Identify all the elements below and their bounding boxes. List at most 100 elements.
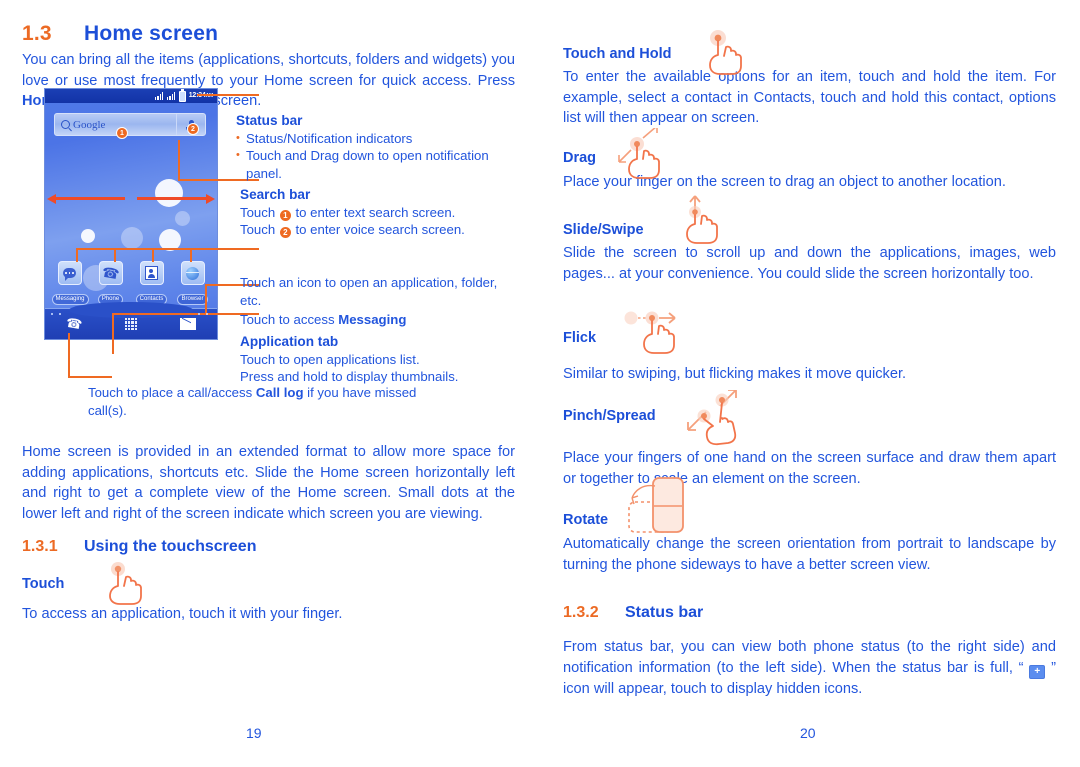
subsection-number: 1.3.2 [563,604,599,621]
gesture-drag: Drag Place your finger on the screen to … [563,128,1056,193]
search-input[interactable]: Google [55,114,176,135]
leader-line-apps [76,248,236,250]
leader-tick-phone [114,248,116,262]
search-provider-label: Google [73,118,106,131]
subsection-number: 1.3.1 [22,538,58,555]
gesture-slide-swipe: Slide/Swipe Slide the screen to scroll u… [563,195,1056,284]
gesture-heading-drag: Drag [563,150,597,166]
subsection-title: Using the touchscreen [84,538,257,555]
gesture-body-drag: Place your finger on the screen to drag … [563,174,1006,190]
app-shortcut-contacts[interactable]: Contacts [134,261,170,305]
callout-title: Application tab [240,334,339,349]
callout-line: Touch to access Messaging [240,312,407,327]
messaging-icon [57,261,82,285]
callout-title: Search bar [240,187,311,202]
callout-line: Touch 1 to enter text search screen. [240,204,456,221]
phone-mockup: 12:34AM Google 1 [44,88,218,340]
callout-line: Touch an icon to open an application, fo… [240,275,498,308]
callout-title: Status bar [236,113,303,128]
callout-line: Touch to open applications list. [240,351,420,367]
mail-icon [180,318,197,330]
callout-line: Touch 2 to enter voice search screen. [240,222,465,239]
gesture-heading-slide-swipe: Slide/Swipe [563,222,644,238]
application-tab-icon [124,318,137,330]
page-indicator-dots [45,313,217,315]
call-icon: ☎ [64,314,84,333]
inline-badge-1: 1 [279,209,291,221]
leader-tick-contacts [152,248,154,262]
callout-bold-call-log: Call log [255,385,304,400]
callout-line: Press and hold to display thumbnails. [240,369,459,384]
callout-bullet: Touch and Drag down to open notification… [236,147,516,182]
extended-home-paragraph: Home screen is provided in an extended f… [22,444,515,522]
page-title: 1.3 Home screen [22,22,218,46]
gesture-rotate: Rotate Automatically change the screen o… [563,477,1056,575]
subsection-title: Status bar [625,604,704,621]
subsection-heading-status-bar: 1.3.2 Status bar [563,604,703,622]
phone-dock: ☎ [45,302,217,339]
callout-bullet: Status/Notification indicators [236,130,516,148]
callout-badge-2: 2 [188,124,198,134]
gesture-heading-touch: Touch [22,576,65,592]
app-shortcut-row: Messaging ☎ Phone Contacts Browser [49,261,213,305]
section-number: 1.3 [22,22,52,45]
wallpaper-bokeh [155,179,183,207]
subsection-heading-touchscreen: 1.3.1 Using the touchscreen [22,538,256,556]
app-label: Messaging [51,294,89,305]
status-bar-paragraph: From status bar, you can view both phone… [563,639,1056,697]
callout-search-bar: Search bar Touch 1 to enter text search … [240,186,520,239]
left-page-column: 1.3 Home screen You can bring all the it… [22,0,517,767]
right-page-column: Touch and Hold To enter the available op… [563,0,1058,767]
callout-application-tab: Application tab Touch to open applicatio… [240,333,515,386]
dock-mail-button[interactable] [173,315,203,333]
gesture-heading-pinch-spread: Pinch/Spread [563,408,656,424]
contacts-icon [139,261,164,285]
battery-icon [178,89,186,102]
leader-tick-messaging [76,248,78,262]
gesture-flick: Flick Similar to swiping, but flicking m… [563,311,1056,385]
gesture-body-rotate: Automatically change the screen orientat… [563,536,1056,573]
app-shortcut-phone[interactable]: ☎ Phone [93,261,129,305]
gesture-body-touch: To access an application, touch it with … [22,606,343,622]
page-number-left: 19 [246,725,262,741]
gesture-touch-and-hold: Touch and Hold To enter the available op… [563,30,1056,129]
gesture-body-flick: Similar to swiping, but flicking makes i… [563,366,907,382]
callout-status-bar: Status bar Status/Notification indicator… [236,112,516,182]
callout-bold-messaging: Messaging [338,312,407,327]
leader-line-status-bar [197,94,259,96]
leader-line-search-v [178,140,180,180]
gesture-heading-touch-and-hold: Touch and Hold [563,46,672,62]
section-title: Home screen [84,22,219,45]
leader-line-messaging-v [205,284,207,314]
gesture-body-touch-and-hold: To enter the available options for an it… [563,69,1056,126]
callout-app-icon: Touch an icon to open an application, fo… [240,274,515,309]
leader-line-apps-out [218,248,259,250]
browser-icon [180,261,205,285]
gesture-body-slide-swipe: Slide the screen to scroll up and down t… [563,245,1056,282]
slide-right-arrow [137,193,215,204]
app-label: Browser [177,294,208,305]
gesture-touch: Touch To access an application, touch it… [22,562,515,625]
callout-line: Touch to place a call/access Call log if… [88,385,417,418]
wallpaper-bokeh [121,227,143,249]
dock-call-button[interactable]: ☎ [59,315,89,333]
search-icon [61,120,70,129]
leader-tick-browser [190,248,192,262]
dock-application-tab-button[interactable] [116,315,146,333]
leader-line-calllog-h [68,376,112,378]
search-bar[interactable]: Google 1 2 [54,113,206,138]
callout-call-log: Touch to place a call/access Call log if… [88,384,438,419]
callout-badge-1: 1 [117,128,127,138]
callout-messaging: Touch to access Messaging [240,311,515,329]
leader-line-calllog-v [68,333,70,377]
gesture-body-pinch-spread: Place your fingers of one hand on the sc… [563,450,1056,487]
signal-bars-icon-2 [166,92,176,100]
phone-status-bar: 12:34AM [45,89,217,103]
leader-line-apptab-v [112,314,114,354]
signal-bars-icon [154,92,164,100]
hidden-icons-plus-icon: + [1029,664,1046,679]
app-shortcut-messaging[interactable]: Messaging [51,261,89,305]
gesture-pinch-spread: Pinch/Spread Place your fingers of one h… [563,390,1056,489]
page-number-right: 20 [800,725,816,741]
phone-icon: ☎ [98,261,123,285]
